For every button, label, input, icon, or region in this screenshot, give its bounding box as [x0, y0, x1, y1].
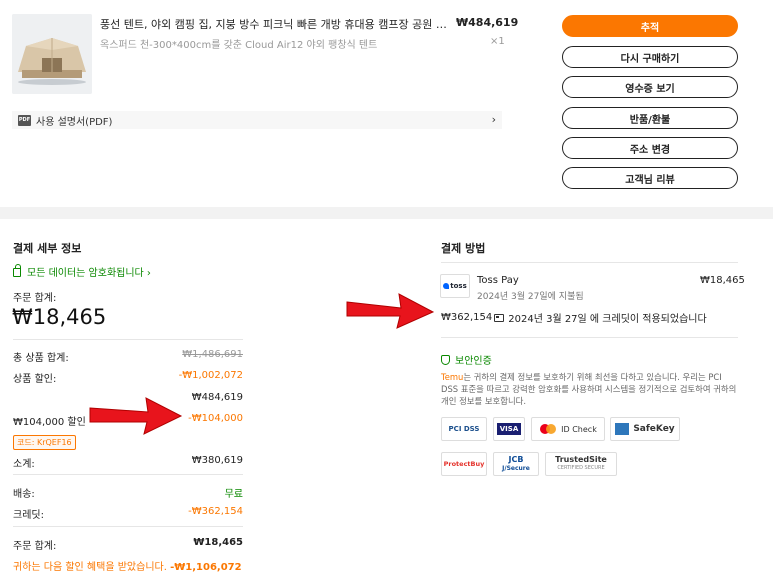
view-receipt-button[interactable]: 영수증 보기: [562, 76, 738, 98]
jcb-text: JCB: [508, 455, 524, 464]
credit-card-icon: [494, 313, 505, 322]
order-total-label: 주문 합계:: [13, 293, 57, 304]
final-total-value: ₩18,465: [193, 537, 243, 548]
change-address-button[interactable]: 주소 변경: [562, 137, 738, 159]
shield-check-icon: [441, 354, 450, 365]
security-cert-label: 보안인증: [455, 356, 492, 367]
review-button[interactable]: 고객님 리뷰: [562, 167, 738, 189]
payment-details-title: 결제 세부 정보: [13, 242, 82, 255]
protectbuy-badge: ProtectBuy: [441, 452, 487, 476]
credit-applied-line: ₩362,154 2024년 3월 27일 에 크레딧이 적용되었습니다: [441, 310, 707, 325]
divider: [13, 474, 243, 475]
security-cert-title: 보안인증: [441, 352, 492, 367]
divider: [13, 339, 243, 340]
visa-text: VISA: [496, 423, 522, 435]
shipping-value: 무료: [224, 489, 243, 500]
toss-icon: [443, 283, 450, 289]
red-arrow-annotation: [346, 293, 435, 329]
item-discount-label: 상품 할인:: [13, 374, 57, 385]
coupon-label: ₩104,000 할인: [13, 417, 86, 428]
lock-icon: [13, 264, 21, 277]
idcheck-text: ID Check: [561, 424, 597, 434]
mastercard-idcheck-badge: ID Check: [531, 417, 605, 441]
protectbuy-text: ProtectBuy: [443, 460, 485, 468]
order-total-amount: ₩18,465: [12, 305, 107, 329]
encryption-text: 모든 데이터는 암호화됩니다 ›: [27, 268, 151, 279]
visa-secure-badge: VISA: [493, 417, 525, 441]
items-total-label: 총 상품 합계:: [13, 353, 69, 364]
savings-text: 귀하는 다음 할인 혜택을 받았습니다.: [13, 562, 167, 573]
amex-safekey-badge: SafeKey: [610, 417, 680, 441]
divider: [441, 337, 738, 338]
jcb-sub-text: J/Secure: [502, 465, 530, 472]
credit-value: -₩362,154: [188, 506, 243, 517]
credit-applied-amount: ₩362,154: [441, 312, 493, 323]
trustedsite-badge: TrustedSite CERTIFIED SECURE: [545, 452, 617, 476]
payment-method-name: Toss Pay: [477, 275, 519, 286]
divider: [13, 526, 243, 527]
trustedsite-text: TrustedSite: [555, 455, 607, 464]
track-button[interactable]: 추적: [562, 15, 738, 37]
mastercard-icon: [540, 424, 557, 434]
product-quantity: ×1: [490, 36, 505, 47]
pci-dss-badge: PCI DSS: [441, 417, 487, 441]
security-desc-text: 는 귀하의 결제 정보를 보호하기 위해 최선을 다하고 있습니다. 우리는 P…: [441, 372, 737, 406]
toss-logo: toss: [440, 274, 470, 298]
payment-method-title: 결제 방법: [441, 242, 486, 255]
amex-icon: [615, 423, 630, 435]
red-arrow-annotation: [89, 397, 183, 435]
return-refund-button[interactable]: 반품/환불: [562, 107, 738, 129]
savings-line: 귀하는 다음 할인 혜택을 받았습니다. -₩1,106,072: [13, 558, 242, 573]
encryption-link[interactable]: 모든 데이터는 암호화됩니다 ›: [13, 264, 151, 279]
coupon-value: -₩104,000: [188, 413, 243, 424]
credit-label: 크레딧:: [13, 510, 44, 521]
product-variant: 옥스퍼드 천-300*400cm를 갖춘 Cloud Air12 야외 팽창식 …: [100, 40, 378, 51]
order-item-card: 풍선 텐트, 야외 캠핑 집, 지붕 방수 피크닉 빠른 개방 휴대용 캠프장 …: [0, 0, 773, 207]
item-discount-value: -₩1,002,072: [178, 370, 243, 381]
rebuy-button[interactable]: 다시 구매하기: [562, 46, 738, 68]
security-description: Temu는 귀하의 결제 정보를 보호하기 위해 최선을 다하고 있습니다. 우…: [441, 371, 741, 407]
final-total-label: 주문 합계:: [13, 541, 57, 552]
subtotal-value: ₩380,619: [191, 455, 243, 466]
manual-label: 사용 설명서(PDF): [36, 116, 113, 128]
product-price: ₩484,619: [456, 16, 519, 29]
security-brand: Temu: [441, 372, 464, 382]
jcb-secure-badge: JCB J/Secure: [493, 452, 539, 476]
divider: [441, 262, 738, 263]
coupon-code-badge: 코드: KrQEF16: [13, 435, 76, 450]
pci-dss-text: PCI DSS: [448, 425, 480, 433]
product-title[interactable]: 풍선 텐트, 야외 캠핑 집, 지붕 방수 피크닉 빠른 개방 휴대용 캠프장 …: [100, 16, 450, 32]
subtotal-label: 소계:: [13, 459, 35, 470]
payment-method-amount: ₩18,465: [700, 275, 745, 286]
toss-logo-text: toss: [450, 282, 467, 290]
savings-value: -₩1,106,072: [170, 562, 242, 573]
payment-date: 2024년 3월 27일에 지불됨: [477, 292, 584, 302]
product-image[interactable]: [12, 14, 92, 94]
shipping-label: 배송:: [13, 489, 35, 500]
safekey-text: SafeKey: [633, 424, 675, 434]
trustedsite-sub-text: CERTIFIED SECURE: [557, 465, 605, 471]
after-discount-value: ₩484,619: [191, 392, 243, 403]
chevron-right-icon: ›: [491, 113, 496, 126]
items-total-value: ₩1,486,691: [182, 349, 243, 360]
credit-applied-text: 2024년 3월 27일 에 크레딧이 적용되었습니다: [508, 314, 707, 325]
pdf-icon: PDF: [18, 114, 31, 126]
manual-pdf-link[interactable]: PDF 사용 설명서(PDF) ›: [12, 111, 502, 129]
